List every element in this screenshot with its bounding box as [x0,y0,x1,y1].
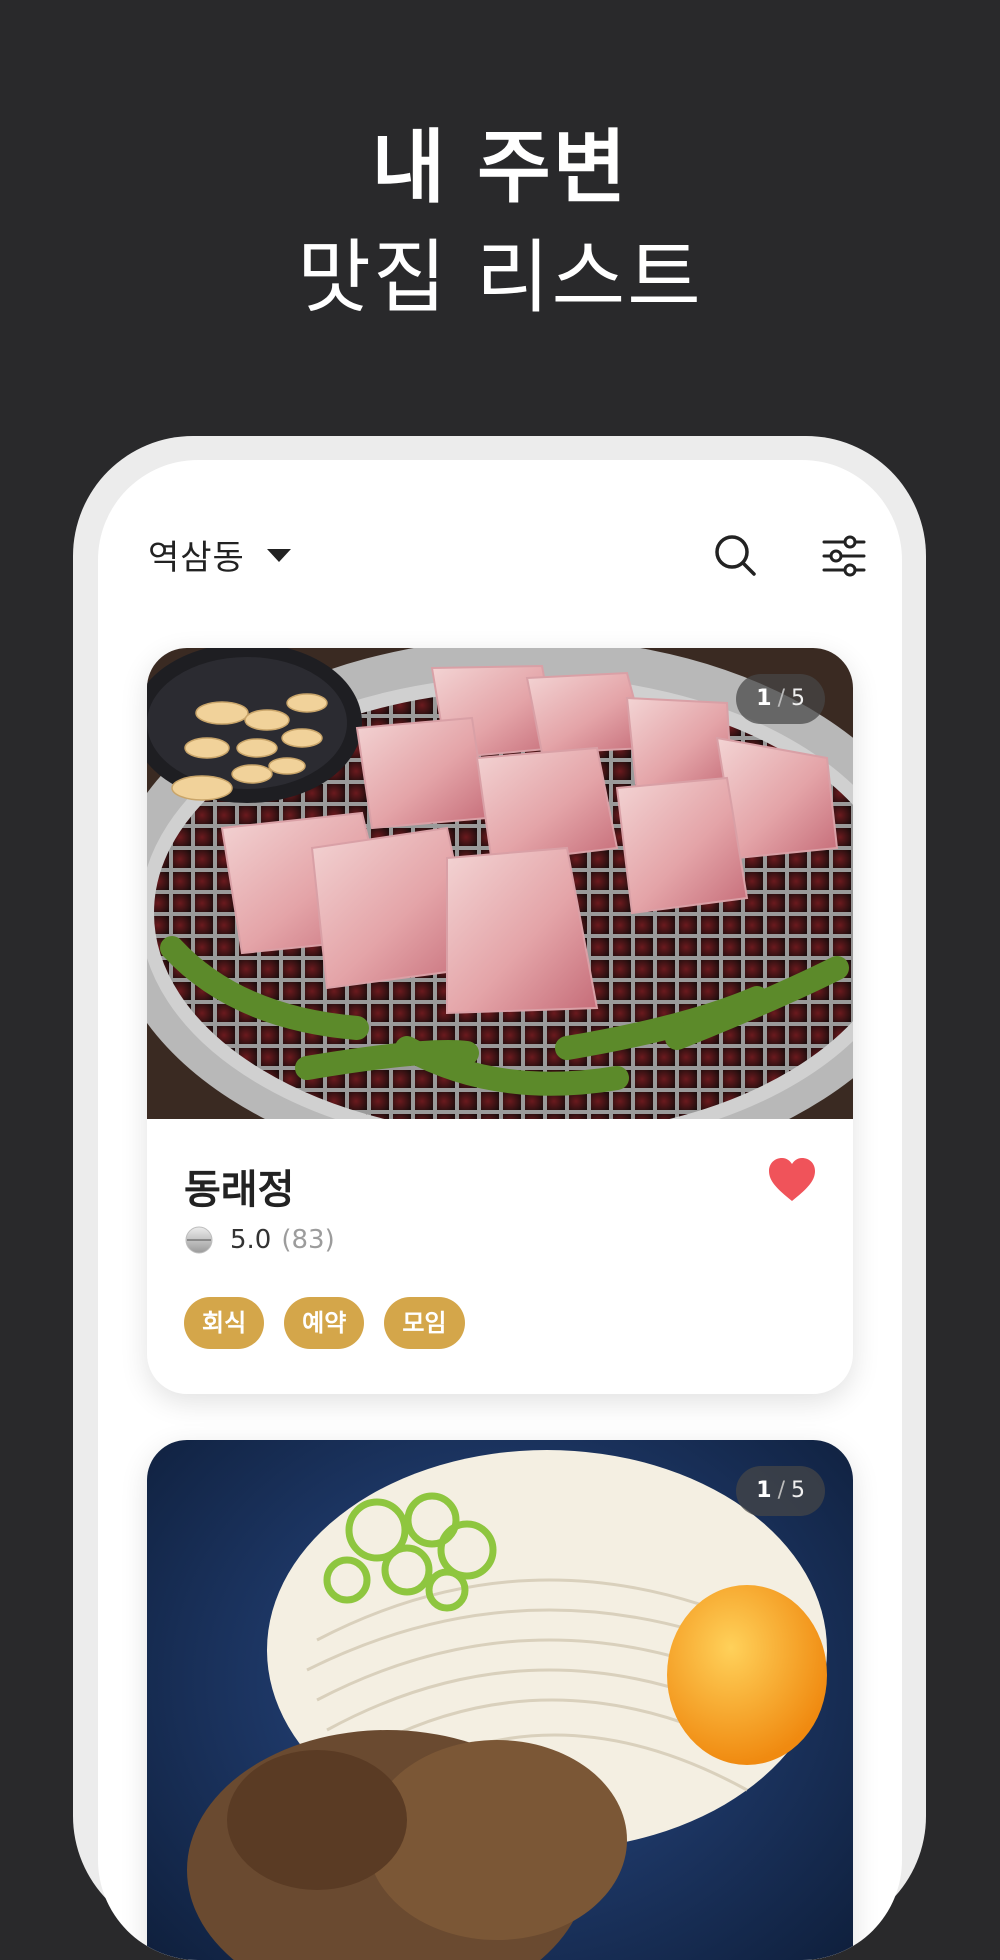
rating-row: 5.0 (83) [184,1225,335,1255]
photo-counter: 1/5 [736,1466,825,1516]
photo-counter-current: 1 [756,686,772,711]
location-label: 역삼동 [148,538,245,578]
location-selector[interactable]: 역삼동 [148,530,291,579]
hero-subtitle: 맛집 리스트 [297,231,703,324]
photo-counter: 1/5 [736,674,825,724]
favorite-button[interactable] [767,1157,817,1203]
phone-screen: 역삼동 1 / 5 동래정 5.0 (83) 회식 예약 모임 1 / 5 [98,460,902,1960]
caret-down-icon [266,549,291,562]
tag-chip[interactable]: 예약 [284,1297,365,1349]
heart-icon [769,1158,815,1201]
photo-counter-total: 5 [791,1478,805,1503]
top-bar: 역삼동 [98,460,902,600]
review-count: (83) [281,1225,335,1255]
photo-counter-total: 5 [791,686,805,711]
photo-counter-current: 1 [756,1478,772,1503]
card-body: 동래정 5.0 (83) 회식 예약 모임 [147,1119,853,1394]
filter-sliders-icon [822,535,866,577]
restaurant-photo[interactable] [147,1440,853,1960]
restaurant-name[interactable]: 동래정 [184,1157,294,1215]
photo-counter-separator: / [777,686,785,711]
photo-counter-separator: / [777,1478,785,1503]
tag-chip[interactable]: 모임 [384,1297,465,1349]
hero-title: 내 주변 [371,121,629,214]
search-button[interactable] [712,532,760,580]
restaurant-card[interactable]: 1/5 동래정 5.0 (83) 회식 예약 모임 [147,648,853,1394]
search-icon [715,535,756,576]
filter-button[interactable] [820,532,868,580]
rating-score: 5.0 [230,1225,272,1255]
rating-ball-icon [185,1226,213,1254]
tag-chip[interactable]: 회식 [184,1297,265,1349]
tag-list: 회식 예약 모임 [184,1297,485,1349]
restaurant-card[interactable]: 1/5 [147,1440,853,1960]
